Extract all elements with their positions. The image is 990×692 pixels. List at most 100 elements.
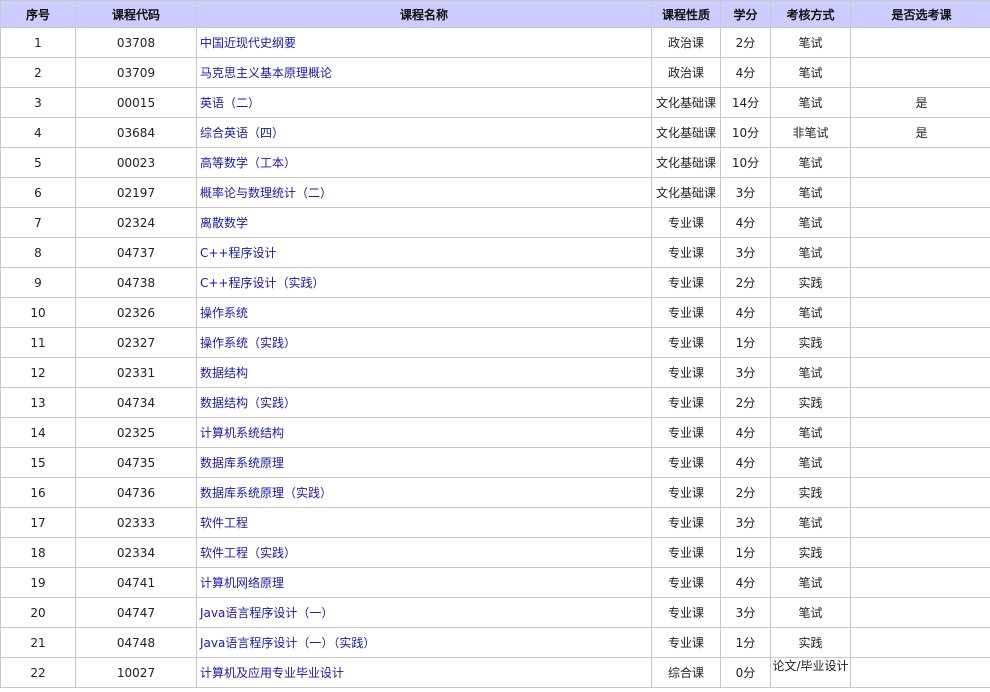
cell-assess: 实践 [770,387,851,418]
cell-code: 04738 [75,267,197,298]
cell-elective [850,357,990,388]
cell-elective [850,447,990,478]
table-row: 15 04735 数据库系统原理 专业课 4分 笔试 [0,447,990,478]
cell-type: 政治课 [651,27,721,58]
cell-no: 7 [0,207,76,238]
cell-code: 02325 [75,417,197,448]
course-name-link[interactable]: 高等数学（工本） [200,156,296,170]
course-name-link[interactable]: 英语（二） [200,96,260,110]
cell-credit: 3分 [720,507,771,538]
course-name-link[interactable]: 中国近现代史纲要 [200,36,296,50]
cell-type: 专业课 [651,597,721,628]
cell-name: 高等数学（工本） [196,147,652,178]
cell-elective [850,27,990,58]
course-name-link[interactable]: 计算机及应用专业毕业设计 [200,666,344,680]
cell-credit: 3分 [720,357,771,388]
cell-elective [850,387,990,418]
course-name-link[interactable]: 操作系统（实践） [200,336,296,350]
cell-no: 21 [0,627,76,658]
cell-elective [850,537,990,568]
cell-type: 文化基础课 [651,87,721,118]
cell-assess: 笔试 [770,597,851,628]
course-name-link[interactable]: 计算机系统结构 [200,426,284,440]
cell-type: 专业课 [651,417,721,448]
table-row: 8 04737 C++程序设计 专业课 3分 笔试 [0,237,990,268]
course-name-link[interactable]: 数据结构 [200,366,248,380]
cell-credit: 2分 [720,27,771,58]
cell-elective [850,507,990,538]
table-row: 13 04734 数据结构（实践） 专业课 2分 实践 [0,387,990,418]
course-name-link[interactable]: 数据库系统原理 [200,456,284,470]
cell-code: 03684 [75,117,197,148]
cell-credit: 3分 [720,597,771,628]
table-row: 14 02325 计算机系统结构 专业课 4分 笔试 [0,417,990,448]
course-name-link[interactable]: 软件工程 [200,516,248,530]
course-name-link[interactable]: C++程序设计（实践） [200,276,325,290]
cell-name: C++程序设计（实践） [196,267,652,298]
cell-elective [850,237,990,268]
cell-code: 02334 [75,537,197,568]
cell-credit: 3分 [720,177,771,208]
cell-assess: 实践 [770,627,851,658]
cell-name: 数据结构（实践） [196,387,652,418]
cell-credit: 2分 [720,477,771,508]
col-header-name: 课程名称 [196,0,652,28]
cell-elective: 是 [850,87,990,118]
cell-assess: 实践 [770,537,851,568]
cell-elective [850,477,990,508]
cell-credit: 4分 [720,447,771,478]
cell-name: 计算机网络原理 [196,567,652,598]
cell-code: 04736 [75,477,197,508]
cell-no: 12 [0,357,76,388]
cell-no: 18 [0,537,76,568]
course-name-link[interactable]: 操作系统 [200,306,248,320]
cell-assess: 笔试 [770,567,851,598]
cell-type: 专业课 [651,447,721,478]
cell-code: 04747 [75,597,197,628]
cell-credit: 1分 [720,327,771,358]
course-name-link[interactable]: 综合英语（四） [200,126,284,140]
cell-credit: 4分 [720,207,771,238]
cell-no: 14 [0,417,76,448]
cell-code: 04734 [75,387,197,418]
cell-name: 英语（二） [196,87,652,118]
cell-no: 1 [0,27,76,58]
cell-type: 文化基础课 [651,177,721,208]
cell-code: 02324 [75,207,197,238]
course-name-link[interactable]: C++程序设计 [200,246,277,260]
cell-type: 专业课 [651,327,721,358]
col-header-elective: 是否选考课 [850,0,990,28]
cell-elective [850,567,990,598]
cell-no: 22 [0,657,76,688]
cell-assess: 实践 [770,477,851,508]
cell-code: 02326 [75,297,197,328]
cell-credit: 0分 [720,657,771,688]
cell-type: 专业课 [651,477,721,508]
cell-credit: 4分 [720,567,771,598]
course-name-link[interactable]: Java语言程序设计（一） [200,606,333,620]
cell-no: 13 [0,387,76,418]
course-name-link[interactable]: 数据结构（实践） [200,396,296,410]
course-name-link[interactable]: Java语言程序设计（一）（实践） [200,636,375,650]
cell-elective [850,327,990,358]
course-name-link[interactable]: 软件工程（实践） [200,546,296,560]
course-name-link[interactable]: 计算机网络原理 [200,576,284,590]
cell-elective [850,597,990,628]
cell-type: 专业课 [651,297,721,328]
course-name-link[interactable]: 离散数学 [200,216,248,230]
cell-name: 操作系统 [196,297,652,328]
course-name-link[interactable]: 概率论与数理统计（二） [200,186,332,200]
course-name-link[interactable]: 数据库系统原理（实践） [200,486,332,500]
cell-type: 专业课 [651,207,721,238]
cell-name: C++程序设计 [196,237,652,268]
table-row: 1 03708 中国近现代史纲要 政治课 2分 笔试 [0,27,990,58]
cell-code: 00023 [75,147,197,178]
course-name-link[interactable]: 马克思主义基本原理概论 [200,66,332,80]
table-row: 20 04747 Java语言程序设计（一） 专业课 3分 笔试 [0,597,990,628]
cell-credit: 1分 [720,537,771,568]
cell-type: 专业课 [651,237,721,268]
cell-elective [850,147,990,178]
cell-elective [850,417,990,448]
cell-type: 文化基础课 [651,147,721,178]
cell-type: 专业课 [651,537,721,568]
